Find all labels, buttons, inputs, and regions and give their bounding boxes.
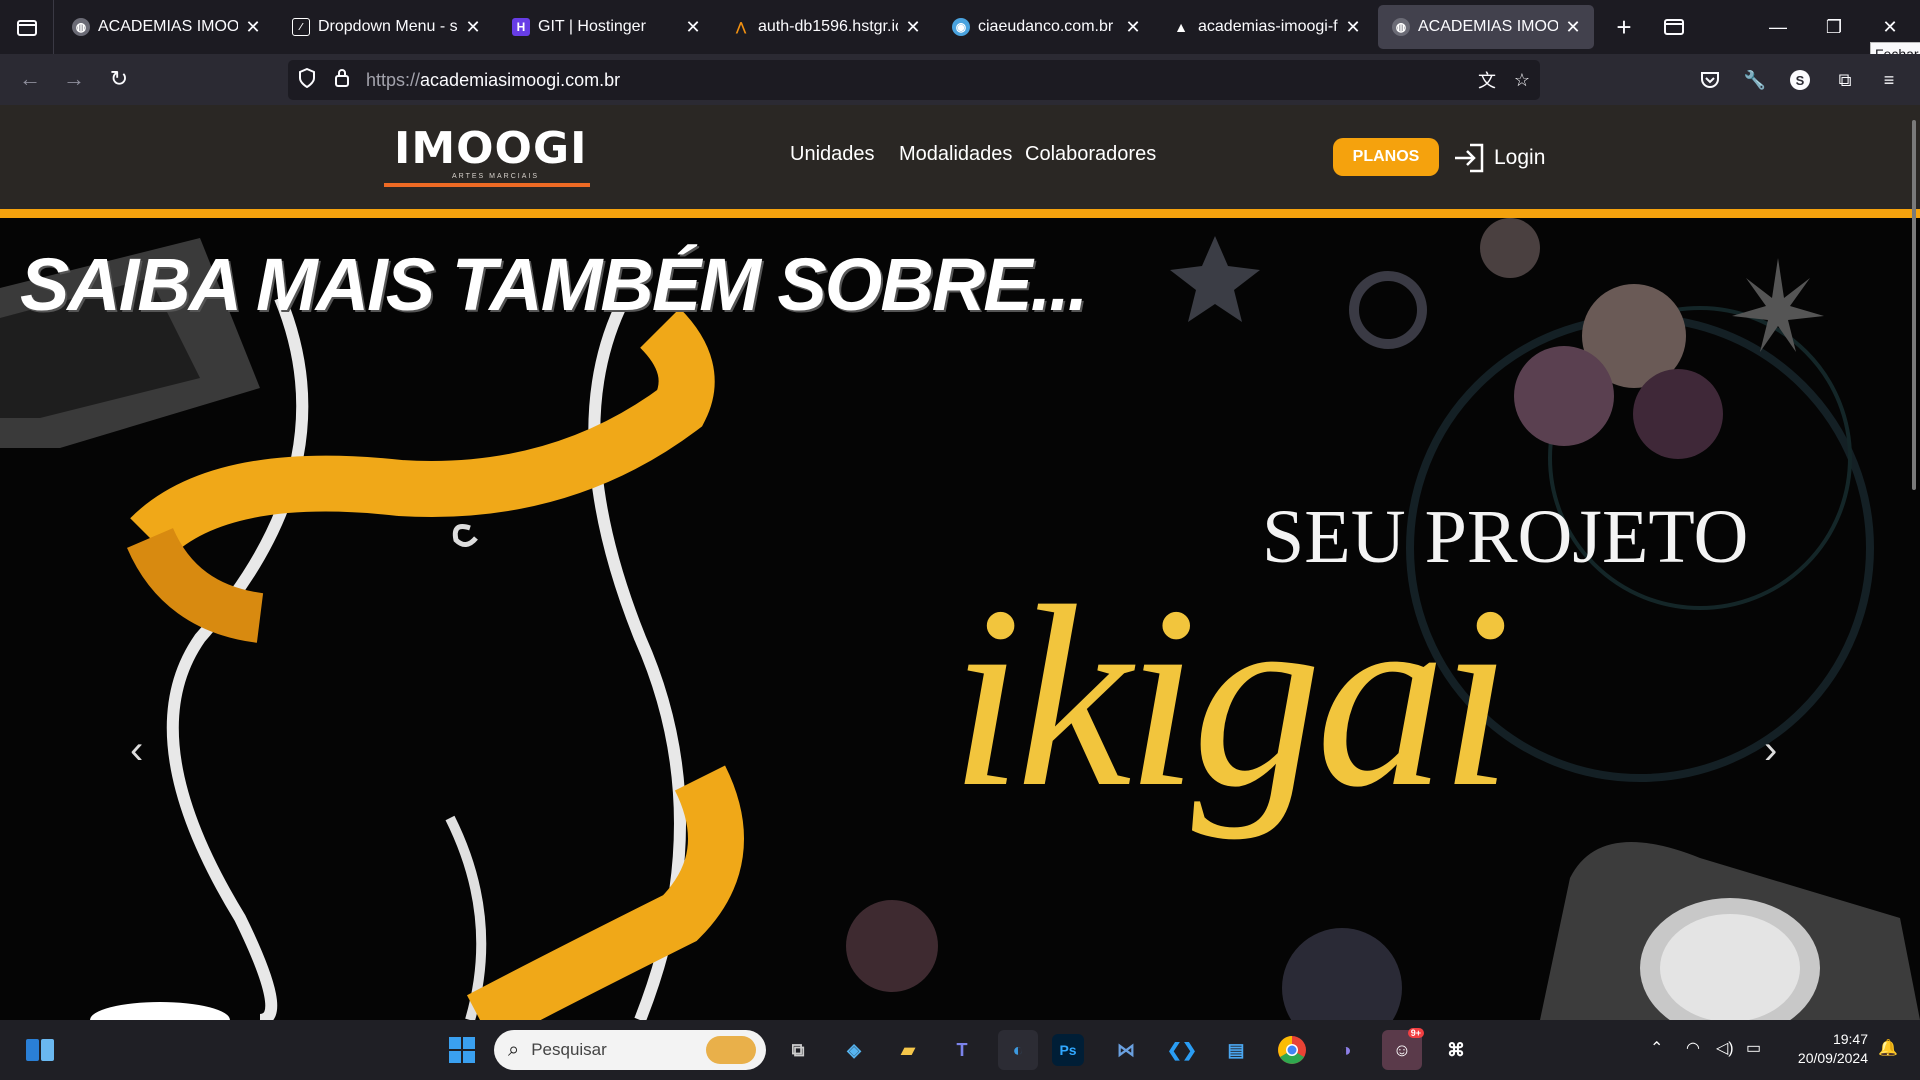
chrome-icon[interactable] <box>1272 1030 1312 1070</box>
lock-icon[interactable] <box>334 68 352 93</box>
bookmark-star-icon[interactable]: ☆ <box>1507 65 1537 95</box>
login-label: Login <box>1494 146 1546 169</box>
restore-icon[interactable]: ❐ <box>1806 0 1862 54</box>
widgets-icon[interactable] <box>20 1030 60 1070</box>
header-accent-bar <box>0 209 1920 218</box>
clock-date: 20/09/2024 <box>1797 1050 1868 1066</box>
hero-carousel: SAIBA MAIS TAMBÉM SOBRE... SEU PROJETO i… <box>0 218 1920 1020</box>
search-highlight-icon <box>706 1036 756 1064</box>
new-tab-button[interactable]: + <box>1604 7 1644 47</box>
photoshop-icon[interactable]: Ps <box>1052 1034 1084 1066</box>
reload-icon[interactable]: ↻ <box>97 57 141 101</box>
minimize-icon[interactable]: — <box>1750 0 1806 54</box>
shield-icon[interactable] <box>298 67 320 93</box>
teams-icon[interactable]: T <box>942 1030 982 1070</box>
firefox-view-icon[interactable] <box>1654 7 1694 47</box>
carousel-next-icon[interactable]: › <box>1764 728 1777 773</box>
search-placeholder: Pesquisar <box>531 1040 607 1059</box>
tab-title: ACADEMIAS IMOOGI <box>1418 18 1558 35</box>
site-header: IMOOGI ARTES MARCIAIS Unidades Modalidad… <box>0 105 1920 209</box>
discord-badge: 9+ <box>1407 1028 1424 1038</box>
firefox-icon[interactable]: ◐ <box>998 1030 1038 1070</box>
tab-academias-imoogi-active[interactable]: ◍ ACADEMIAS IMOOGI ✕ <box>1378 5 1594 49</box>
extensions-icon[interactable]: ⧉ <box>1830 65 1860 95</box>
vercel-icon: ▲ <box>1174 19 1188 35</box>
logo-subtext: ARTES MARCIAIS <box>452 173 539 180</box>
menu-unidades[interactable]: Unidades <box>790 143 875 166</box>
back-arrow-icon[interactable]: ← <box>8 57 52 101</box>
task-view-icon[interactable]: ⧉ <box>778 1030 818 1070</box>
hero-script-title: ikigai <box>950 553 1512 841</box>
search-icon: ⌕ <box>508 1038 520 1061</box>
forward-arrow-icon[interactable]: → <box>52 57 96 101</box>
close-tab-icon[interactable]: ✕ <box>244 17 262 38</box>
hero-headline: SAIBA MAIS TAMBÉM SOBRE... <box>20 243 1088 326</box>
wrench-icon[interactable]: 🔧 <box>1740 65 1770 95</box>
close-tab-icon[interactable]: ✕ <box>684 17 702 38</box>
imoogi-logo[interactable]: IMOOGI ARTES MARCIAIS <box>384 121 590 193</box>
url-text[interactable]: https://academiasimoogi.com.br <box>366 70 620 91</box>
tab-vercel[interactable]: ▲ academias-imoogi-fro ✕ <box>1158 5 1374 49</box>
tab-title: GIT | Hostinger <box>538 18 646 35</box>
close-tab-icon[interactable]: ✕ <box>464 17 482 38</box>
battery-icon[interactable]: ▭ <box>1746 1038 1761 1058</box>
close-tab-icon[interactable]: ✕ <box>1124 17 1142 38</box>
tab-academias-imoogi[interactable]: ◍ ACADEMIAS IMOOGI ✕ <box>58 5 274 49</box>
tab-phpmyadmin[interactable]: ⋀ auth-db1596.hstgr.io / ✕ <box>718 5 934 49</box>
logo-text: IMOOGI <box>394 123 588 174</box>
carousel-prev-icon[interactable]: ‹ <box>130 728 143 773</box>
copilot-icon[interactable]: ◈ <box>834 1030 874 1070</box>
tray-overflow-icon[interactable]: ⌃ <box>1650 1038 1663 1058</box>
tab-dropdown-menu[interactable]: ⁄ Dropdown Menu - sha ✕ <box>278 5 494 49</box>
shadcn-icon: ⁄ <box>292 18 310 36</box>
app-icon[interactable]: ⋈ <box>1106 1030 1146 1070</box>
wifi-icon[interactable]: ◠ <box>1686 1038 1700 1058</box>
tab-title: auth-db1596.hstgr.io / <box>758 18 898 35</box>
volume-icon[interactable]: ◁) <box>1716 1038 1734 1058</box>
login-link[interactable]: Login <box>1452 141 1545 175</box>
tab-title: Dropdown Menu - sha <box>318 18 458 35</box>
vscode-icon[interactable]: ❮❯ <box>1162 1030 1202 1070</box>
globe-icon: ◍ <box>72 18 90 36</box>
hostinger-icon: H <box>512 18 530 36</box>
clock[interactable]: 19:47 20/09/2024 <box>1784 1030 1868 1068</box>
discord-icon[interactable]: ☺ 9+ <box>1382 1028 1424 1070</box>
site-icon: ◉ <box>952 18 970 36</box>
browser-tab-bar: ◍ ACADEMIAS IMOOGI ✕ ⁄ Dropdown Menu - s… <box>0 0 1920 54</box>
app-menu-icon[interactable]: ≡ <box>1874 65 1904 95</box>
login-icon <box>1455 143 1484 173</box>
page-scrollbar[interactable] <box>1912 120 1916 490</box>
notepad-icon[interactable]: ▤ <box>1216 1030 1256 1070</box>
translate-icon[interactable]: 文 <box>1472 65 1502 95</box>
pocket-icon[interactable] <box>1695 65 1725 95</box>
windows-start-icon[interactable] <box>442 1030 482 1070</box>
phpmyadmin-icon: ⋀ <box>736 20 746 34</box>
close-tab-icon[interactable]: ✕ <box>1564 17 1582 38</box>
menu-modalidades[interactable]: Modalidades <box>899 143 1012 166</box>
close-tab-icon[interactable]: ✕ <box>904 17 922 38</box>
tab-git-hostinger[interactable]: H GIT | Hostinger ✕ <box>498 5 714 49</box>
logo-underline <box>384 183 590 187</box>
browser-icon[interactable]: ◑ <box>1326 1030 1366 1070</box>
tab-list-icon[interactable] <box>0 0 54 54</box>
tab-title: ciaeudanco.com.br - A <box>978 18 1118 35</box>
browser-nav-bar: ← → ↻ https://academiasimoogi.com.br 文 ☆… <box>0 54 1920 105</box>
file-explorer-icon[interactable]: ▰ <box>888 1030 928 1070</box>
tab-ciaeudanco[interactable]: ◉ ciaeudanco.com.br - A ✕ <box>938 5 1154 49</box>
windows-taskbar: ⌕ Pesquisar ⧉ ◈ ▰ T ◐ Ps ⋈ ❮❯ ▤ ◑ ☺ 9+ ⌘ … <box>0 1020 1920 1080</box>
taskbar-search[interactable]: ⌕ Pesquisar <box>494 1030 766 1070</box>
account-icon[interactable]: S <box>1785 65 1815 95</box>
capcut-icon[interactable]: ⌘ <box>1436 1030 1476 1070</box>
menu-colaboradores[interactable]: Colaboradores <box>1025 143 1156 166</box>
tab-title: ACADEMIAS IMOOGI <box>98 18 238 35</box>
globe-icon: ◍ <box>1392 18 1410 36</box>
tab-title: academias-imoogi-fro <box>1198 18 1338 35</box>
close-tab-icon[interactable]: ✕ <box>1344 17 1362 38</box>
clock-time: 19:47 <box>1832 1031 1868 1047</box>
notifications-bell-icon[interactable]: 🔔 <box>1878 1038 1898 1058</box>
url-bar[interactable]: https://academiasimoogi.com.br <box>288 60 1540 100</box>
planos-button[interactable]: PLANOS <box>1333 138 1439 176</box>
